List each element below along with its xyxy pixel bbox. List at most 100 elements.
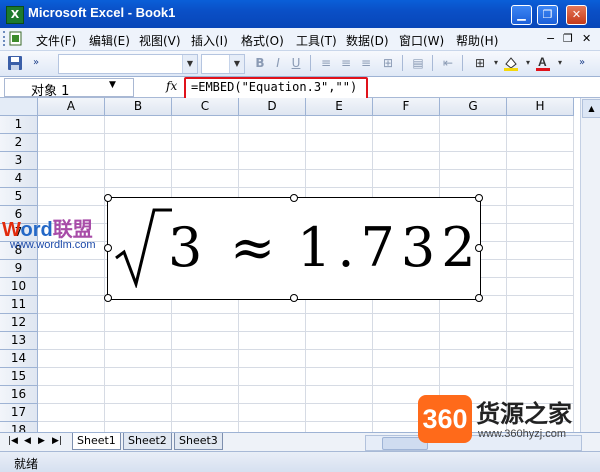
grid-cell[interactable]	[38, 260, 105, 278]
grid-cell[interactable]	[239, 116, 306, 134]
row-header[interactable]: 17	[0, 404, 38, 422]
save-icon[interactable]	[6, 54, 24, 72]
grid-cell[interactable]	[239, 368, 306, 386]
document-icon[interactable]	[9, 31, 23, 46]
chevron-down-icon[interactable]: ▼	[182, 55, 197, 73]
row-header[interactable]: 12	[0, 314, 38, 332]
grid-cell[interactable]	[239, 152, 306, 170]
row-header[interactable]: 18	[0, 422, 38, 432]
minimize-button[interactable]: ▁	[511, 5, 532, 25]
grid-cell[interactable]	[172, 350, 239, 368]
menu-data[interactable]: 数据(D)	[346, 32, 389, 49]
column-header[interactable]: A	[38, 98, 105, 116]
resize-handle[interactable]	[104, 194, 112, 202]
grid-cell[interactable]	[507, 206, 574, 224]
row-header[interactable]: 14	[0, 350, 38, 368]
grid-cell[interactable]	[172, 404, 239, 422]
grid-cell[interactable]	[440, 152, 507, 170]
grid-cell[interactable]	[373, 116, 440, 134]
grid-cell[interactable]	[507, 242, 574, 260]
row-header[interactable]: 1	[0, 116, 38, 134]
align-left-icon[interactable]: ≡	[318, 55, 334, 71]
grid-cell[interactable]	[105, 116, 172, 134]
chevron-down-icon[interactable]: ▼	[109, 80, 116, 90]
row-header[interactable]: 13	[0, 332, 38, 350]
grid-cell[interactable]	[507, 260, 574, 278]
column-header[interactable]: B	[105, 98, 172, 116]
column-header[interactable]: H	[507, 98, 574, 116]
grid-cell[interactable]	[306, 152, 373, 170]
menu-help[interactable]: 帮助(H)	[456, 32, 498, 49]
grid-cell[interactable]	[306, 386, 373, 404]
resize-handle[interactable]	[475, 194, 483, 202]
grid-cell[interactable]	[172, 422, 239, 432]
resize-handle[interactable]	[290, 194, 298, 202]
grid-cell[interactable]	[105, 404, 172, 422]
column-header[interactable]: D	[239, 98, 306, 116]
grid-cell[interactable]	[172, 134, 239, 152]
row-header[interactable]: 5	[0, 188, 38, 206]
grid-cell[interactable]	[507, 296, 574, 314]
grid-cell[interactable]	[507, 188, 574, 206]
grid-cell[interactable]	[440, 170, 507, 188]
grid-cell[interactable]	[306, 404, 373, 422]
menu-insert[interactable]: 插入(I)	[191, 32, 228, 49]
row-header[interactable]: 10	[0, 278, 38, 296]
grid-cell[interactable]	[239, 404, 306, 422]
font-size-combo[interactable]: ▼	[201, 54, 245, 74]
grid-cell[interactable]	[105, 350, 172, 368]
grid-cell[interactable]	[239, 134, 306, 152]
last-sheet-icon[interactable]: ▶|	[52, 436, 62, 446]
grid-cell[interactable]	[373, 350, 440, 368]
menu-edit[interactable]: 编辑(E)	[89, 32, 130, 49]
grid-cell[interactable]	[239, 350, 306, 368]
row-header[interactable]: 3	[0, 152, 38, 170]
grid-cell[interactable]	[440, 350, 507, 368]
align-right-icon[interactable]: ≡	[358, 55, 374, 71]
grid-cell[interactable]	[306, 422, 373, 432]
sheet-tab-2[interactable]: Sheet2	[123, 433, 172, 450]
grid-cell[interactable]	[239, 170, 306, 188]
grid-cell[interactable]	[38, 404, 105, 422]
grid-cell[interactable]	[440, 134, 507, 152]
sheet-tab-3[interactable]: Sheet3	[174, 433, 223, 450]
grid-cell[interactable]	[507, 152, 574, 170]
resize-handle[interactable]	[104, 294, 112, 302]
grid-cell[interactable]	[507, 314, 574, 332]
grid-cell[interactable]	[507, 368, 574, 386]
fx-icon[interactable]: fx	[166, 79, 177, 93]
grid-cell[interactable]	[507, 116, 574, 134]
grid-cell[interactable]	[239, 422, 306, 432]
name-box[interactable]: 对象 1 ▼	[4, 78, 134, 99]
toolbar-grip[interactable]	[3, 31, 8, 46]
doc-close-icon[interactable]: ✕	[582, 32, 591, 45]
grid-cell[interactable]	[440, 368, 507, 386]
menu-tools[interactable]: 工具(T)	[296, 32, 337, 49]
menu-file[interactable]: 文件(F)	[36, 32, 76, 49]
grid-cell[interactable]	[105, 332, 172, 350]
grid-cell[interactable]	[306, 134, 373, 152]
grid-cell[interactable]	[38, 314, 105, 332]
prev-sheet-icon[interactable]: ◀	[24, 436, 31, 446]
font-name-combo[interactable]: ▼	[58, 54, 198, 74]
column-header[interactable]: E	[306, 98, 373, 116]
grid-cell[interactable]	[105, 422, 172, 432]
fill-color-icon[interactable]	[502, 54, 520, 72]
grid-cell[interactable]	[440, 332, 507, 350]
grid-cell[interactable]	[306, 170, 373, 188]
next-sheet-icon[interactable]: ▶	[38, 436, 45, 446]
equation-object[interactable]: 3 ≈ 1.732	[104, 194, 483, 302]
grid-cell[interactable]	[306, 314, 373, 332]
grid-cell[interactable]	[172, 332, 239, 350]
grid-cell[interactable]	[38, 278, 105, 296]
column-header[interactable]: C	[172, 98, 239, 116]
resize-handle[interactable]	[475, 244, 483, 252]
borders-icon[interactable]: ⊞	[472, 55, 488, 71]
grid-cell[interactable]	[507, 224, 574, 242]
merge-center-icon[interactable]: ⊞	[380, 55, 396, 71]
doc-restore-icon[interactable]: ❐	[563, 32, 573, 45]
toolbar-options-icon[interactable]: »	[28, 55, 44, 71]
scroll-up-icon[interactable]: ▲	[582, 99, 600, 118]
grid-cell[interactable]	[373, 332, 440, 350]
grid-cell[interactable]	[105, 386, 172, 404]
